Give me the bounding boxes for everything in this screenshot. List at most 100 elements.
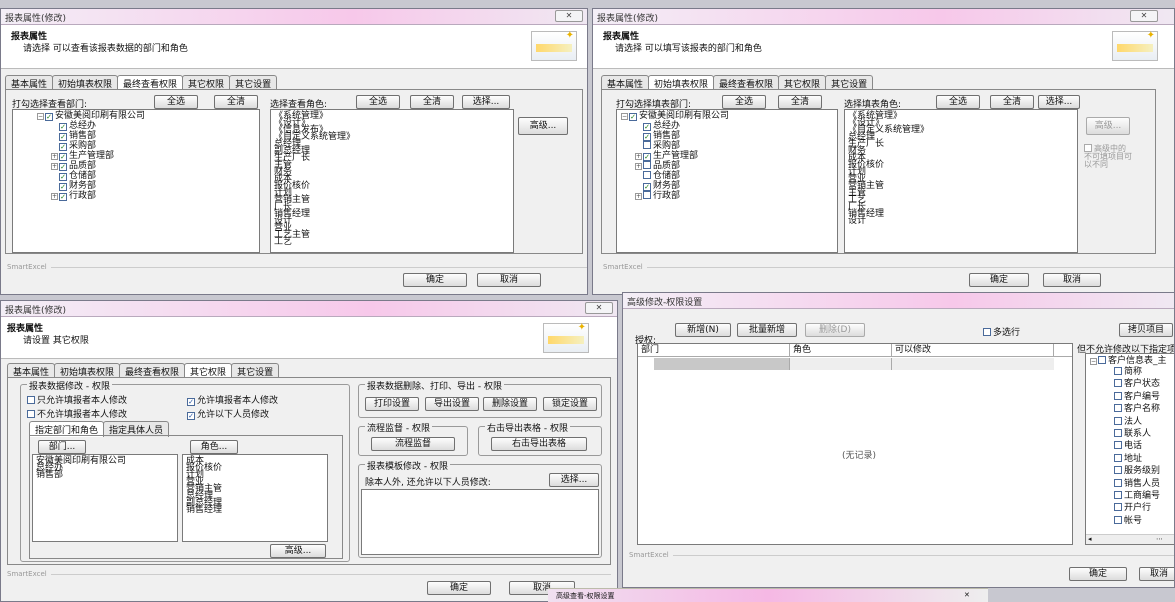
field-item[interactable]: 客户状态 [1114, 378, 1174, 390]
checkbox-icon[interactable] [643, 141, 651, 149]
checkbox-icon[interactable] [643, 171, 651, 179]
advanced-button[interactable]: 高级... [1086, 117, 1130, 135]
field-item[interactable]: 工商编号 [1114, 490, 1174, 502]
right-click-export-button[interactable]: 右击导出表格 [491, 437, 587, 451]
expand-icon[interactable]: + [635, 153, 642, 160]
col-header-dept[interactable]: 部门 [638, 344, 790, 356]
tab-initial-fill[interactable]: 初始填表权限 [648, 75, 715, 90]
dept-button[interactable]: 部门... [38, 440, 86, 454]
advanced-button[interactable]: 高级... [518, 117, 568, 135]
field-item[interactable]: 简称 [1114, 366, 1174, 378]
dept-select-all-button[interactable]: 全选 [154, 95, 198, 109]
tab-final-view[interactable]: 最终查看权限 [713, 75, 780, 90]
checkbox-icon[interactable] [643, 161, 651, 169]
list-item[interactable]: 营销主管 [845, 182, 1077, 191]
role-clear-all-button[interactable]: 全清 [990, 95, 1034, 109]
dept-clear-all-button[interactable]: 全清 [214, 95, 258, 109]
field-tree[interactable]: − 客户信息表_主 简称 客户状态 客户编号 客户名称 法人 联系人 电话 地址 服务级别 销售人员… [1085, 353, 1174, 545]
checked-icon[interactable]: ✓ [643, 183, 651, 191]
close-button[interactable]: ✕ [555, 10, 583, 22]
tree-node[interactable]: + ✓ 生产管理部 [621, 151, 837, 161]
list-item[interactable]: 报价核价 [183, 464, 327, 473]
dept-select-all-button[interactable]: 全选 [722, 95, 766, 109]
checkbox-icon[interactable] [1114, 490, 1122, 499]
allow-others-modify-checkbox[interactable]: ✓ 允许以下人员修改 [187, 407, 269, 420]
role-list[interactable]: 《系统管理》 《设计》 《信息发布》 《自定义系统管理》 总经理 副总经理 生产厂长 主管 财务… [270, 109, 514, 253]
print-settings-button[interactable]: 打印设置 [365, 397, 419, 411]
tab-other-permission[interactable]: 其它权限 [184, 363, 233, 378]
cancel-button[interactable]: 取消 [1043, 273, 1101, 287]
delete-button[interactable]: 删除(D) [805, 323, 865, 337]
checkbox-icon[interactable] [1114, 391, 1122, 400]
checked-icon[interactable]: ✓ [59, 143, 67, 151]
checked-icon[interactable]: ✓ [59, 153, 67, 161]
checkbox-icon[interactable] [1114, 379, 1122, 388]
advanced-button[interactable]: 高级... [270, 544, 326, 558]
checkbox-icon[interactable] [1114, 428, 1122, 437]
col-header-role[interactable]: 角色 [790, 344, 892, 356]
tree-root[interactable]: − 客户信息表_主 [1090, 356, 1174, 366]
field-item[interactable]: 法人 [1114, 416, 1174, 428]
checkbox-icon[interactable] [1114, 441, 1122, 450]
template-select-button[interactable]: 选择... [549, 473, 599, 487]
tree-node[interactable]: ✓ 财务部 [621, 181, 837, 191]
copy-item-button[interactable]: 拷贝项目 [1119, 323, 1173, 337]
list-item[interactable]: 工艺 [845, 196, 1077, 205]
checkbox-icon[interactable] [1114, 515, 1122, 524]
field-item[interactable]: 客户编号 [1114, 391, 1174, 403]
checked-icon[interactable]: ✓ [59, 123, 67, 131]
checkbox-icon[interactable] [643, 191, 651, 199]
tree-node[interactable]: + ✓ 行政部 [37, 191, 259, 201]
checked-icon[interactable]: ✓ [59, 163, 67, 171]
list-item[interactable]: 营销主管 [271, 196, 513, 205]
tree-node[interactable]: ✓ 仓储部 [37, 171, 259, 181]
checkbox-icon[interactable] [1114, 453, 1122, 462]
tab-other-settings[interactable]: 其它设置 [229, 75, 278, 90]
role-list[interactable]: 成本 报价核价 计划 营业 营销主管 总经理 副总经理 销售经理 [182, 454, 328, 542]
close-button[interactable]: ✕ [585, 302, 613, 314]
checked-icon[interactable]: ✓ [59, 133, 67, 141]
list-item[interactable]: 财务 [271, 168, 513, 177]
list-item[interactable]: 销售经理 [845, 210, 1077, 219]
grid-empty-row[interactable] [654, 358, 1054, 370]
tree-node[interactable]: 仓储部 [621, 171, 837, 181]
tab-other-settings[interactable]: 其它设置 [231, 363, 280, 378]
field-item[interactable]: 地址 [1114, 453, 1174, 465]
checked-icon[interactable]: ✓ [643, 123, 651, 131]
field-item[interactable]: 客户名称 [1114, 403, 1174, 415]
checked-icon[interactable]: ✓ [629, 113, 637, 121]
collapse-icon[interactable]: − [37, 113, 44, 120]
field-item[interactable]: 帐号 [1114, 515, 1174, 527]
batch-add-button[interactable]: 批量新增 [737, 323, 797, 337]
role-clear-all-button[interactable]: 全清 [410, 95, 454, 109]
checked-icon[interactable]: ✓ [643, 153, 651, 161]
add-button[interactable]: 新增(N) [675, 323, 731, 337]
expand-icon[interactable]: + [51, 193, 58, 200]
tree-node[interactable]: ✓ 销售部 [37, 131, 259, 141]
tree-node[interactable]: ✓ 财务部 [37, 181, 259, 191]
field-item[interactable]: 联系人 [1114, 428, 1174, 440]
role-select-all-button[interactable]: 全选 [356, 95, 400, 109]
tree-node[interactable]: ✓ 销售部 [621, 131, 837, 141]
collapse-icon[interactable]: − [1090, 358, 1097, 365]
checkbox-icon[interactable] [1114, 416, 1122, 425]
ok-button[interactable]: 确定 [1069, 567, 1127, 581]
field-item[interactable]: 开户行 [1114, 502, 1174, 514]
checkbox-icon[interactable] [1114, 466, 1122, 475]
checked-icon[interactable]: ✓ [45, 113, 53, 121]
tab-initial-fill[interactable]: 初始填表权限 [52, 75, 119, 90]
list-item[interactable]: 报价核价 [271, 182, 513, 191]
tree-node[interactable]: + ✓ 品质部 [37, 161, 259, 171]
tab-initial-fill[interactable]: 初始填表权限 [54, 363, 121, 378]
tree-node[interactable]: ✓ 总经办 [37, 121, 259, 131]
tab-other-settings[interactable]: 其它设置 [825, 75, 874, 90]
col-header-can-modify[interactable]: 可以修改 [892, 344, 1054, 356]
flow-supervise-button[interactable]: 流程监督 [371, 437, 455, 451]
list-item[interactable]: 销售部 [33, 471, 177, 480]
checkbox-icon[interactable] [1098, 356, 1106, 364]
expand-icon[interactable]: + [51, 153, 58, 160]
dept-list[interactable]: 安徽美阅印刷有限公司 总经办 销售部 [32, 454, 178, 542]
multi-select-checkbox[interactable]: 多选行 [983, 325, 1020, 338]
tree-node[interactable]: + ✓ 生产管理部 [37, 151, 259, 161]
field-item[interactable]: 服务级别 [1114, 465, 1174, 477]
